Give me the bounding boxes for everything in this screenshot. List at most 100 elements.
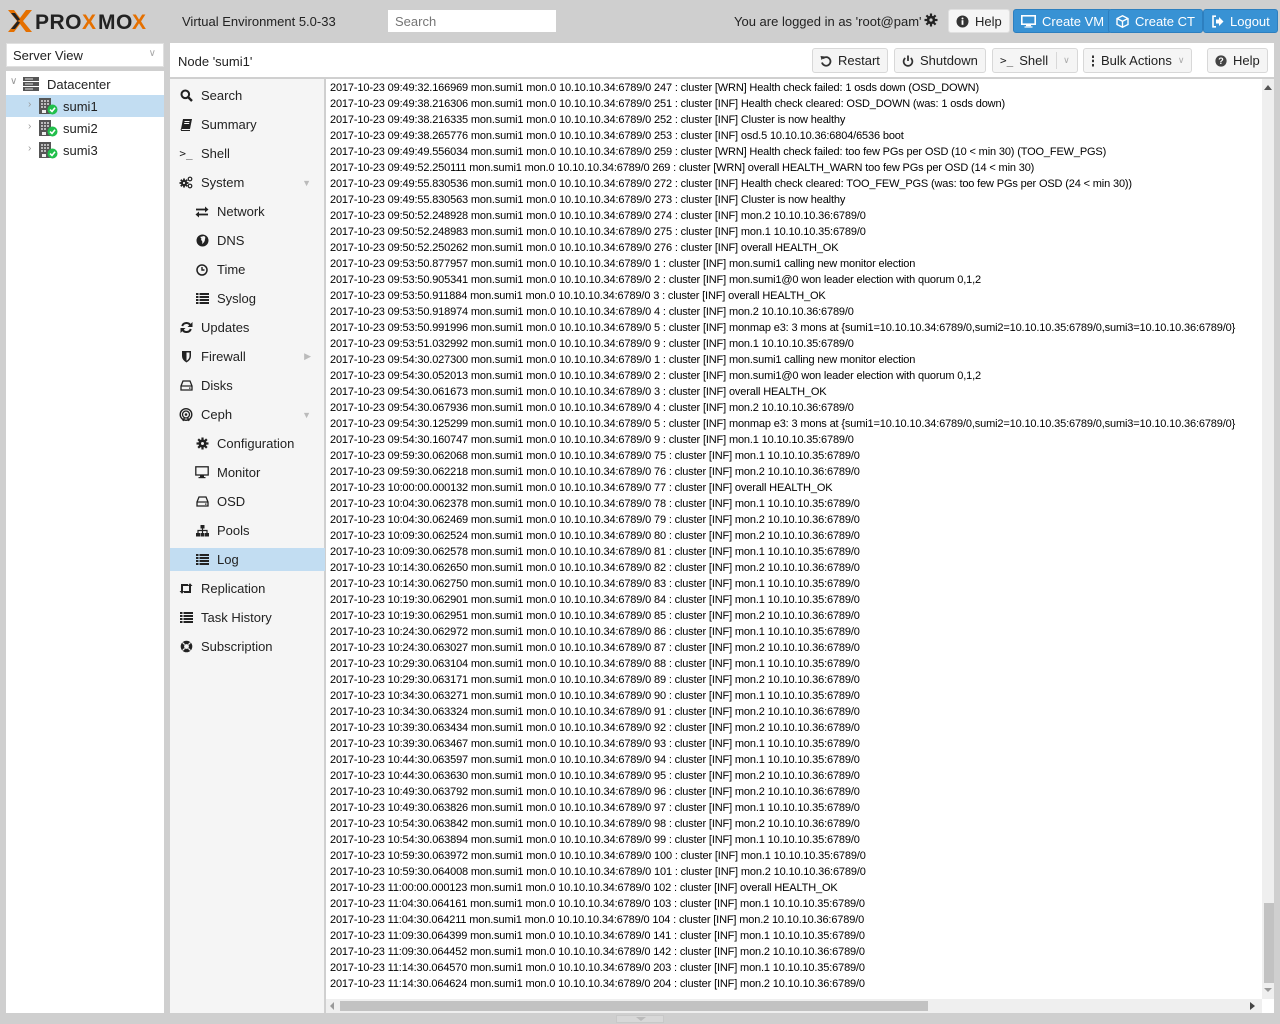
log-line: 2017-10-23 09:53:50.911884 mon.sumi1 mon… — [330, 290, 826, 302]
nav-item-replication[interactable]: Replication — [170, 577, 325, 600]
nav-item-ceph-pools[interactable]: Pools — [170, 519, 325, 542]
book-icon — [179, 118, 193, 132]
scroll-right-arrow-icon[interactable] — [1250, 1002, 1255, 1010]
scroll-down-arrow-icon[interactable] — [1264, 988, 1272, 992]
log-line: 2017-10-23 10:49:30.063826 mon.sumi1 mon… — [330, 802, 860, 814]
nav-item-label: Syslog — [217, 291, 257, 306]
cogs-icon — [179, 176, 193, 190]
nav-item-search[interactable]: Search — [170, 84, 325, 107]
nav-item-firewall[interactable]: Firewall ▶ — [170, 345, 325, 368]
log-line: 2017-10-23 09:50:52.250262 mon.sumi1 mon… — [330, 242, 839, 254]
nav-item-disks[interactable]: Disks — [170, 374, 325, 397]
view-selector-value: Server View — [13, 48, 83, 63]
expand-toggle-icon[interactable]: › — [28, 143, 31, 154]
info-icon — [956, 15, 969, 27]
nav-item-ceph[interactable]: Ceph ▼ — [170, 403, 325, 426]
logout-button[interactable]: Logout — [1203, 9, 1278, 33]
log-line: 2017-10-23 10:39:30.063467 mon.sumi1 mon… — [330, 738, 860, 750]
refresh-icon — [179, 321, 193, 335]
global-search-input[interactable] — [388, 10, 556, 32]
create-vm-button[interactable]: Create VM — [1013, 9, 1113, 33]
nav-item-summary[interactable]: Summary — [170, 113, 325, 136]
log-line: 2017-10-23 09:50:52.248928 mon.sumi1 mon… — [330, 210, 866, 222]
chevron-down-icon[interactable]: ∨ — [1063, 55, 1070, 66]
log-line: 2017-10-23 09:49:52.250111 mon.sumi1 mon… — [330, 162, 1035, 174]
top-bar: PRO X MO X Virtual Environment 5.0-33 Yo… — [0, 0, 1280, 42]
header-help-button[interactable]: Help — [948, 9, 1010, 33]
scrollbar-thumb[interactable] — [1264, 903, 1274, 983]
nav-item-network[interactable]: Network — [170, 200, 325, 223]
scrollbar-thumb[interactable] — [340, 1001, 928, 1011]
log-line: 2017-10-23 10:29:30.063104 mon.sumi1 mon… — [330, 658, 860, 670]
nav-item-task-history[interactable]: Task History — [170, 606, 325, 629]
log-lines-container: 2017-10-23 09:49:32.166969 mon.sumi1 mon… — [326, 79, 1262, 999]
logo-x-mark — [8, 10, 32, 32]
desktop-icon — [195, 466, 209, 480]
bulk-actions-button[interactable]: Bulk Actions ∨ — [1083, 48, 1193, 73]
node-help-button[interactable]: ? Help — [1207, 48, 1268, 73]
nav-item-ceph-configuration[interactable]: Configuration — [170, 432, 325, 455]
header-help-label: Help — [975, 13, 1002, 29]
shell-label: Shell — [1019, 53, 1049, 68]
nav-item-syslog[interactable]: Syslog — [170, 287, 325, 310]
log-line: 2017-10-23 10:19:30.062901 mon.sumi1 mon… — [330, 594, 860, 606]
sign-out-icon — [1212, 14, 1224, 28]
tree-item-label: Datacenter — [47, 77, 111, 92]
log-vertical-scrollbar[interactable] — [1262, 79, 1274, 999]
expanded-caret-icon[interactable]: ▼ — [302, 178, 311, 188]
nav-item-shell[interactable]: >_ Shell — [170, 142, 325, 165]
nav-item-ceph-log[interactable]: Log — [170, 548, 325, 571]
tree-item-node-sumi3[interactable]: › sumi3 — [6, 139, 164, 161]
nav-item-dns[interactable]: DNS — [170, 229, 325, 252]
log-line: 2017-10-23 09:54:30.061673 mon.sumi1 mon… — [330, 386, 827, 398]
nav-item-ceph-osd[interactable]: OSD — [170, 490, 325, 513]
node-header: Node 'sumi1' Restart Shutdown >_ Shell ∨… — [170, 43, 1274, 78]
create-ct-button[interactable]: Create CT — [1108, 9, 1203, 33]
shutdown-button[interactable]: Shutdown — [894, 48, 986, 73]
log-line: 2017-10-23 09:50:52.248983 mon.sumi1 mon… — [330, 226, 866, 238]
tree-item-node-sumi1[interactable]: › sumi1 — [6, 95, 164, 117]
user-settings-gear-icon[interactable] — [924, 13, 938, 27]
desktop-icon — [1021, 14, 1036, 28]
restart-button[interactable]: Restart — [812, 48, 888, 73]
nav-item-label: Configuration — [217, 436, 295, 451]
list-icon — [179, 611, 193, 625]
collapsed-caret-icon[interactable]: ▶ — [304, 351, 311, 362]
shield-icon — [179, 350, 193, 364]
expanded-caret-icon[interactable]: ▼ — [302, 410, 311, 420]
tree-item-label: sumi2 — [63, 121, 98, 136]
log-horizontal-scrollbar[interactable] — [326, 999, 1262, 1013]
expand-toggle-icon[interactable]: › — [28, 121, 31, 132]
view-selector[interactable]: Server View ∨ — [6, 43, 164, 67]
log-line: 2017-10-23 10:54:30.063894 mon.sumi1 mon… — [330, 834, 860, 846]
bottom-panel-collapse-handle[interactable] — [616, 1015, 664, 1023]
scroll-left-arrow-icon[interactable] — [330, 1002, 334, 1010]
log-line: 2017-10-23 09:53:51.032992 mon.sumi1 mon… — [330, 338, 854, 350]
tree-item-node-sumi2[interactable]: › sumi2 — [6, 117, 164, 139]
nav-item-label: Updates — [201, 320, 250, 335]
nav-item-subscription[interactable]: Subscription — [170, 635, 325, 658]
log-line: 2017-10-23 11:04:30.064161 mon.sumi1 mon… — [330, 898, 865, 910]
retweet-icon — [179, 582, 193, 596]
svg-text:?: ? — [1218, 56, 1224, 66]
collapse-toggle-icon[interactable]: ∨ — [10, 76, 17, 87]
log-line: 2017-10-23 09:49:49.556034 mon.sumi1 mon… — [330, 146, 1107, 158]
expand-toggle-icon[interactable]: › — [28, 99, 31, 110]
chevron-down-icon: ∨ — [148, 48, 156, 59]
tree-item-datacenter[interactable]: ∨ Datacenter — [6, 73, 164, 95]
create-ct-label: Create CT — [1135, 13, 1195, 29]
node-nav-menu: Search Summary >_ Shell System ▼ Network… — [170, 79, 325, 1013]
nav-item-ceph-monitor[interactable]: Monitor — [170, 461, 325, 484]
log-line: 2017-10-23 09:49:38.216306 mon.sumi1 mon… — [330, 98, 1005, 110]
nav-item-system[interactable]: System ▼ — [170, 171, 325, 194]
log-line: 2017-10-23 09:49:38.216335 mon.sumi1 mon… — [330, 114, 846, 126]
nav-item-time[interactable]: Time — [170, 258, 325, 281]
nav-item-updates[interactable]: Updates — [170, 316, 325, 339]
product-version: Virtual Environment 5.0-33 — [182, 14, 336, 29]
shell-split-button[interactable]: >_ Shell ∨ — [992, 48, 1078, 73]
scroll-up-arrow-icon[interactable] — [1264, 85, 1272, 90]
nav-item-label: DNS — [217, 233, 245, 248]
log-line: 2017-10-23 11:14:30.064624 mon.sumi1 mon… — [330, 978, 865, 990]
nav-item-label: Replication — [201, 581, 266, 596]
svg-text:X: X — [132, 11, 146, 34]
